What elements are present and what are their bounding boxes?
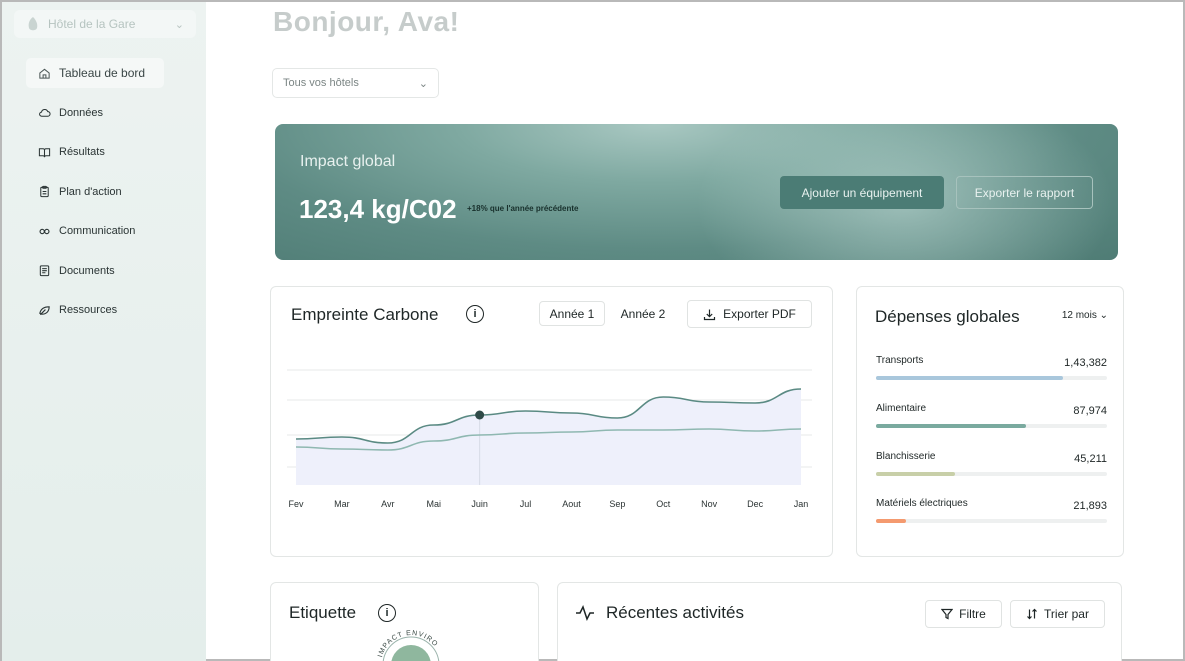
spending-bar-fill (876, 472, 955, 476)
hotels-filter-dropdown[interactable]: Tous vos hôtels ⌄ (272, 68, 439, 98)
spending-label: Transports (876, 355, 924, 366)
hotel-name: Hôtel de la Gare (48, 17, 136, 31)
impact-banner: Impact global 123,4 kg/C02 +18% que l'an… (275, 124, 1118, 260)
recent-activity-card: Récentes activités Filtre Trier par (557, 582, 1122, 661)
info-icon[interactable]: i (466, 305, 484, 323)
activity-title: Récentes activités (606, 603, 744, 622)
sidebar-item-data[interactable]: Données (26, 98, 164, 128)
export-pdf-button[interactable]: Exporter PDF (687, 300, 812, 328)
carbon-title: Empreinte Carbone (291, 305, 439, 324)
chevron-down-icon: ⌄ (418, 77, 428, 90)
x-tick-label: Oct (656, 499, 671, 509)
sidebar-item-action-plan[interactable]: Plan d'action (26, 177, 164, 207)
add-equipment-button[interactable]: Ajouter un équipement (780, 176, 944, 209)
sidebar-item-resources[interactable]: Ressources (26, 295, 164, 325)
hotel-logo-icon (28, 17, 38, 31)
impact-delta: +18% que l'année précédente (467, 204, 579, 213)
label-title: Etiquette (289, 603, 357, 622)
year1-button[interactable]: Année 1 (539, 301, 605, 326)
sidebar-item-dashboard[interactable]: Tableau de bord (26, 58, 164, 88)
impact-title: Impact global (300, 153, 396, 170)
spending-bar-fill (876, 376, 1064, 380)
x-tick-label: Aout (562, 499, 581, 509)
spending-bar-fill (876, 519, 907, 523)
highlight-point[interactable] (475, 410, 485, 420)
spending-title: Dépenses globales (875, 307, 1020, 326)
x-tick-label: Sep (609, 499, 625, 509)
spending-label: Matériels électriques (876, 498, 968, 509)
x-tick-label: Nov (701, 499, 718, 509)
filter-icon (941, 608, 954, 620)
sidebar-nav: Tableau de bord Données Résultats Plan d… (26, 58, 164, 335)
sidebar-item-label: Communication (59, 225, 136, 237)
spending-value: 87,974 (1073, 405, 1107, 417)
label-card: Etiquette i IMPACT ENVIRO (270, 582, 539, 661)
download-icon (704, 309, 716, 320)
sidebar-item-documents[interactable]: Documents (26, 256, 164, 286)
spending-bar-track (876, 424, 1107, 428)
activity-icon (576, 605, 594, 621)
hotels-filter-value: Tous vos hôtels (283, 77, 359, 89)
sort-label: Trier par (1044, 607, 1089, 621)
global-spending-card: Dépenses globales 12 mois ⌄ Transports 1,… (856, 286, 1124, 557)
year2-button[interactable]: Année 2 (613, 301, 673, 326)
x-tick-label: Fev (288, 499, 304, 509)
x-tick-label: Jul (520, 499, 532, 509)
spending-value: 45,211 (1074, 453, 1107, 465)
period-dropdown[interactable]: 12 mois ⌄ (1062, 310, 1108, 321)
clipboard-icon (40, 185, 49, 198)
sort-button[interactable]: Trier par (1010, 600, 1105, 628)
resources-icon (39, 305, 50, 315)
series-area (296, 389, 801, 485)
sidebar-item-label: Résultats (59, 146, 105, 158)
info-icon[interactable]: i (378, 604, 396, 622)
sidebar: Hôtel de la Gare ⌄ Tableau de bord Donné… (2, 2, 206, 661)
spending-label: Alimentaire (876, 403, 927, 414)
filter-label: Filtre (959, 607, 986, 621)
impact-value: 123,4 kg/C02 (299, 194, 457, 224)
export-report-button[interactable]: Exporter le rapport (956, 176, 1093, 209)
sidebar-item-label: Plan d'action (59, 185, 122, 198)
sidebar-item-label: Documents (59, 264, 115, 277)
cloud-icon (39, 109, 51, 117)
spending-value: 21,893 (1073, 500, 1107, 512)
chevron-down-icon: ⌄ (1099, 310, 1108, 321)
sidebar-item-label: Données (59, 106, 104, 119)
spending-bar-fill (876, 424, 1027, 428)
carbon-footprint-card: Empreinte Carbone i Année 1 Année 2 Expo… (270, 286, 833, 557)
spending-bar-track (876, 472, 1107, 476)
sidebar-item-label: Tableau de bord (59, 66, 146, 80)
x-tick-label: Juin (471, 499, 488, 509)
spending-label: Blanchisserie (876, 451, 936, 462)
chevron-down-icon: ⌄ (174, 18, 184, 31)
spending-value: 1,43,382 (1064, 357, 1107, 369)
document-icon (39, 265, 50, 277)
page-greeting: Bonjour, Ava! (273, 6, 460, 37)
sidebar-item-communication[interactable]: Communication (26, 216, 164, 246)
filter-button[interactable]: Filtre (925, 600, 1002, 628)
link-icon (39, 228, 50, 234)
x-tick-label: Jan (794, 499, 809, 509)
x-tick-label: Mai (426, 499, 441, 509)
x-tick-label: Dec (747, 499, 764, 509)
impact-badge-icon: IMPACT ENVIRO (377, 630, 440, 661)
spending-bar-track (876, 519, 1107, 523)
spending-bar-track (876, 376, 1107, 380)
sidebar-item-results[interactable]: Résultats (26, 137, 164, 167)
home-icon (39, 68, 50, 79)
x-tick-label: Avr (381, 499, 394, 509)
carbon-line-chart: Fev Mar Avr Mai Juin Jul Aout Sep Oct Nov Dec Jan (287, 369, 812, 509)
export-pdf-label: Exporter PDF (723, 307, 796, 321)
period-value: 12 mois (1061, 310, 1097, 321)
sidebar-item-label: Ressources (59, 304, 118, 316)
hotel-selector[interactable]: Hôtel de la Gare ⌄ (14, 10, 196, 38)
x-tick-label: Mar (334, 499, 350, 509)
sort-icon (1027, 608, 1037, 620)
book-icon (38, 147, 51, 157)
